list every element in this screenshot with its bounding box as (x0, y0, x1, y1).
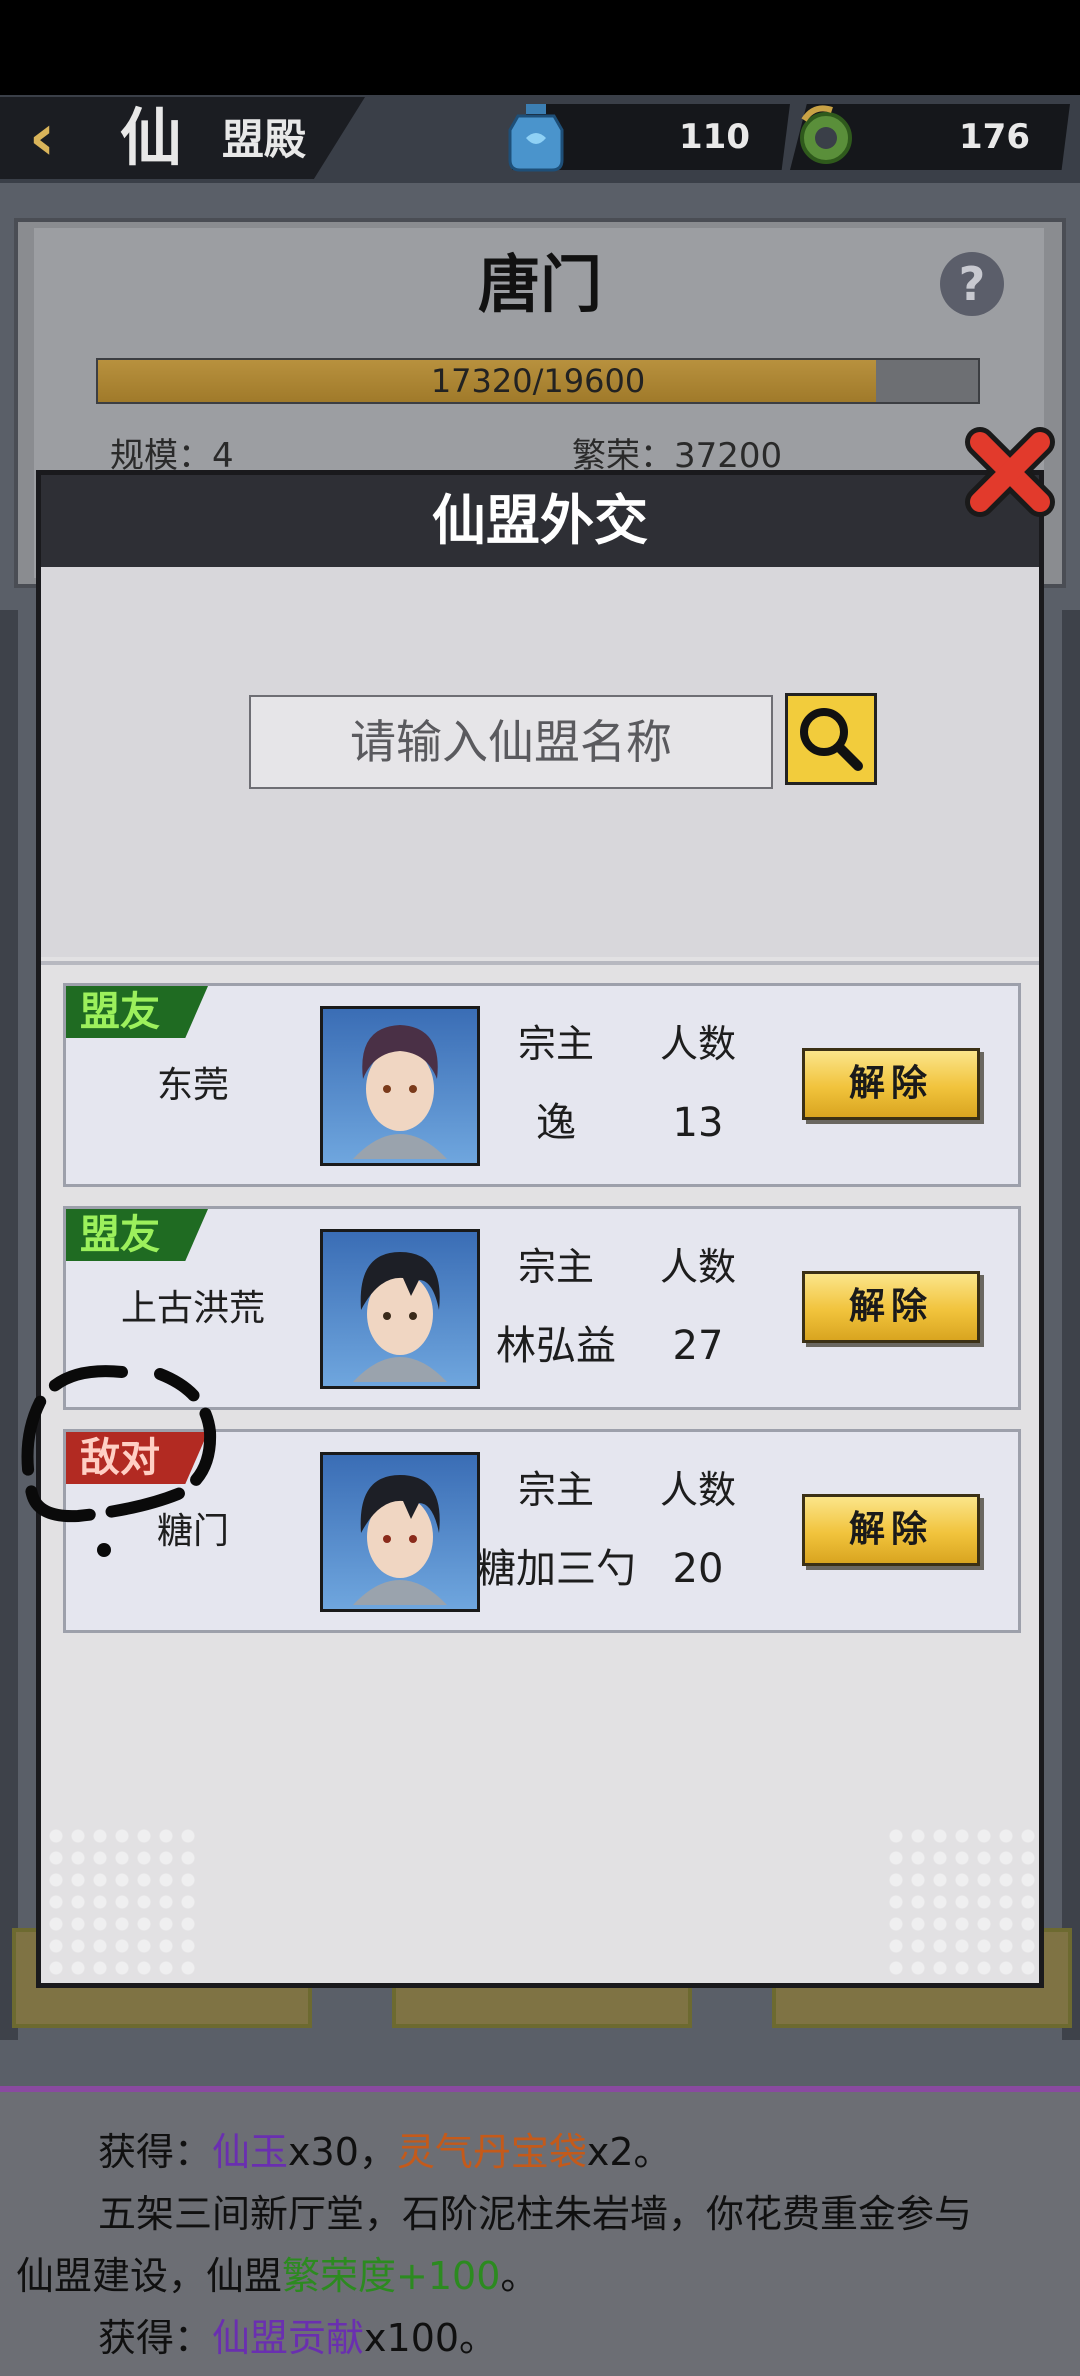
search-area (41, 567, 1039, 957)
relation-card: 盟友 上古洪荒 宗主 人数 林弘益 27 解除 (63, 1206, 1021, 1410)
diplomacy-modal: 仙盟外交 盟友 东莞 宗主 人数 逸 13 解除 (36, 470, 1044, 1988)
decorative-pattern (45, 1825, 195, 1975)
leader-label: 宗主 (517, 1468, 594, 1512)
member-count: 13 (672, 1100, 724, 1146)
members-label: 人数 (659, 1468, 736, 1512)
search-button[interactable] (785, 693, 877, 785)
chevron-left-icon: ‹ (28, 101, 56, 175)
relation-card: 敌对 糖门 宗主 人数 糖加三勺 20 解除 (63, 1429, 1021, 1633)
leader-name: 糖加三勺 (476, 1546, 636, 1592)
release-relation-button[interactable]: 解除 (802, 1271, 980, 1343)
relation-guild-name: 东莞 (156, 1065, 229, 1106)
left-edge-column (0, 610, 18, 2040)
leader-name: 林弘益 (496, 1323, 616, 1369)
relation-guild-name: 上古洪荒 (120, 1288, 265, 1329)
right-edge-column (1062, 610, 1080, 2040)
log-text: x2。 (586, 2130, 672, 2174)
back-button[interactable]: ‹ (12, 100, 72, 176)
list-divider (41, 961, 1039, 965)
log-line-4: 获得：仙盟贡献x100。 (98, 2310, 497, 2366)
log-text: x100。 (364, 2316, 498, 2360)
relation-guild-name: 糖门 (156, 1511, 229, 1552)
log-text: x30， (288, 2130, 397, 2174)
portrait-icon (353, 1252, 447, 1382)
relation-card: 盟友 东莞 宗主 人数 逸 13 解除 (63, 983, 1021, 1187)
close-button[interactable] (956, 418, 1064, 526)
event-log: 获得：仙玉x30，灵气丹宝袋x2。 五架三间新厅堂，石阶泥柱朱岩墙，你花费重金参… (0, 2086, 1080, 2376)
member-count: 20 (672, 1546, 724, 1592)
resource-value-jade: 110 (679, 117, 750, 157)
guild-exp-progress: 17320/19600 (96, 358, 980, 404)
release-relation-button[interactable]: 解除 (802, 1048, 980, 1120)
modal-header: 仙盟外交 (41, 475, 1039, 567)
relation-tag-label: 盟友 (80, 1212, 160, 1258)
log-line-2: 五架三间新厅堂，石阶泥柱朱岩墙，你花费重金参与 (98, 2192, 973, 2236)
leader-name: 逸 (536, 1100, 576, 1146)
leader-avatar (320, 1006, 480, 1166)
search-icon (800, 708, 863, 771)
log-text: 仙盟建设，仙盟 (16, 2254, 283, 2298)
release-relation-button[interactable]: 解除 (802, 1494, 980, 1566)
guild-exp-text: 17320/19600 (430, 362, 646, 400)
log-item: 仙盟贡献 (212, 2316, 365, 2360)
relation-tag-label: 敌对 (80, 1435, 160, 1481)
status-bar (0, 0, 1080, 95)
relation-tag-label: 盟友 (80, 989, 160, 1035)
log-text: 获得： (98, 2130, 213, 2174)
members-label: 人数 (659, 1022, 736, 1066)
members-label: 人数 (659, 1245, 736, 1289)
leader-avatar (320, 1229, 480, 1389)
log-line-3: 仙盟建设，仙盟繁荣度+100。 (16, 2248, 538, 2304)
jade-bottle-icon (508, 104, 564, 172)
log-item: 仙玉 (212, 2130, 289, 2174)
log-text: 获得： (98, 2316, 213, 2360)
guild-search-input[interactable] (249, 695, 773, 789)
resource-value-dragon: 176 (959, 117, 1030, 157)
decorative-pattern (885, 1825, 1035, 1975)
member-count: 27 (672, 1323, 724, 1369)
log-stat: 繁荣度+100 (282, 2254, 501, 2298)
relation-tag: 盟友 (66, 1209, 208, 1261)
relation-tag: 盟友 (66, 986, 208, 1038)
log-text: 。 (500, 2254, 539, 2298)
log-item: 灵气丹宝袋 (396, 2130, 587, 2174)
close-icon (965, 427, 1055, 517)
log-line-1: 获得：仙玉x30，灵气丹宝袋x2。 (98, 2124, 672, 2180)
leader-label: 宗主 (517, 1022, 594, 1066)
help-icon[interactable]: ? (940, 252, 1004, 316)
leader-avatar (320, 1452, 480, 1612)
portrait-icon (353, 1025, 447, 1159)
guild-name-heading: 唐门 (477, 248, 602, 321)
portrait-icon (353, 1475, 447, 1605)
dragon-coin-icon (800, 105, 852, 164)
relation-tag: 敌对 (66, 1432, 208, 1484)
page-title-rest: 盟殿 (222, 115, 307, 164)
page-title-main: 仙 (120, 101, 183, 174)
modal-title: 仙盟外交 (432, 489, 648, 552)
leader-label: 宗主 (517, 1245, 594, 1289)
